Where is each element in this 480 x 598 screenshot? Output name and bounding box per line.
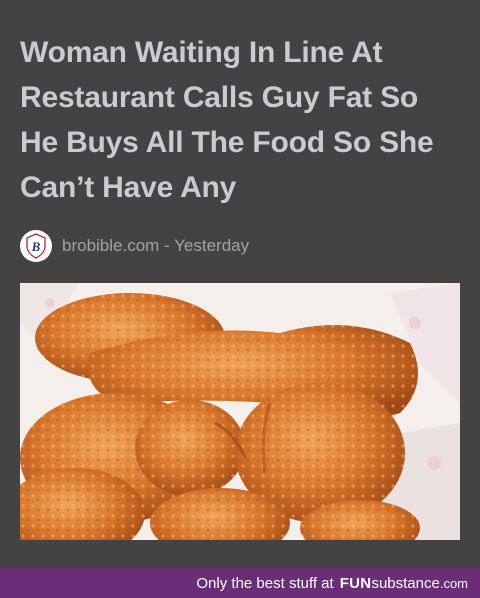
funsubstance-footer-bar[interactable]: Only the best stuff at FUNsubstance.com — [0, 568, 480, 598]
article-headline[interactable]: Woman Waiting In Line At Restaurant Call… — [20, 30, 460, 210]
brand-part-fun: FUN — [339, 574, 372, 592]
funsubstance-logo[interactable]: FUNsubstance.com — [340, 575, 468, 592]
brand-part-tld: .com — [439, 575, 468, 591]
article-hero-image[interactable] — [20, 283, 460, 540]
source-logo-letter: B — [31, 239, 41, 254]
fried-chicken-image — [20, 283, 460, 540]
article-source-row: B brobible.com - Yesterday — [20, 229, 249, 263]
source-logo-icon-svg: B — [26, 233, 46, 259]
article-meta: brobible.com - Yesterday — [62, 236, 249, 256]
publish-time: Yesterday — [174, 236, 250, 255]
article-card[interactable]: Woman Waiting In Line At Restaurant Call… — [0, 0, 480, 568]
footer-tagline: Only the best stuff at — [196, 574, 334, 592]
source-logo-icon: B — [20, 230, 52, 262]
source-name[interactable]: brobible.com — [62, 236, 159, 255]
meta-separator: - — [159, 236, 175, 255]
brand-part-substance: substance — [371, 574, 440, 592]
